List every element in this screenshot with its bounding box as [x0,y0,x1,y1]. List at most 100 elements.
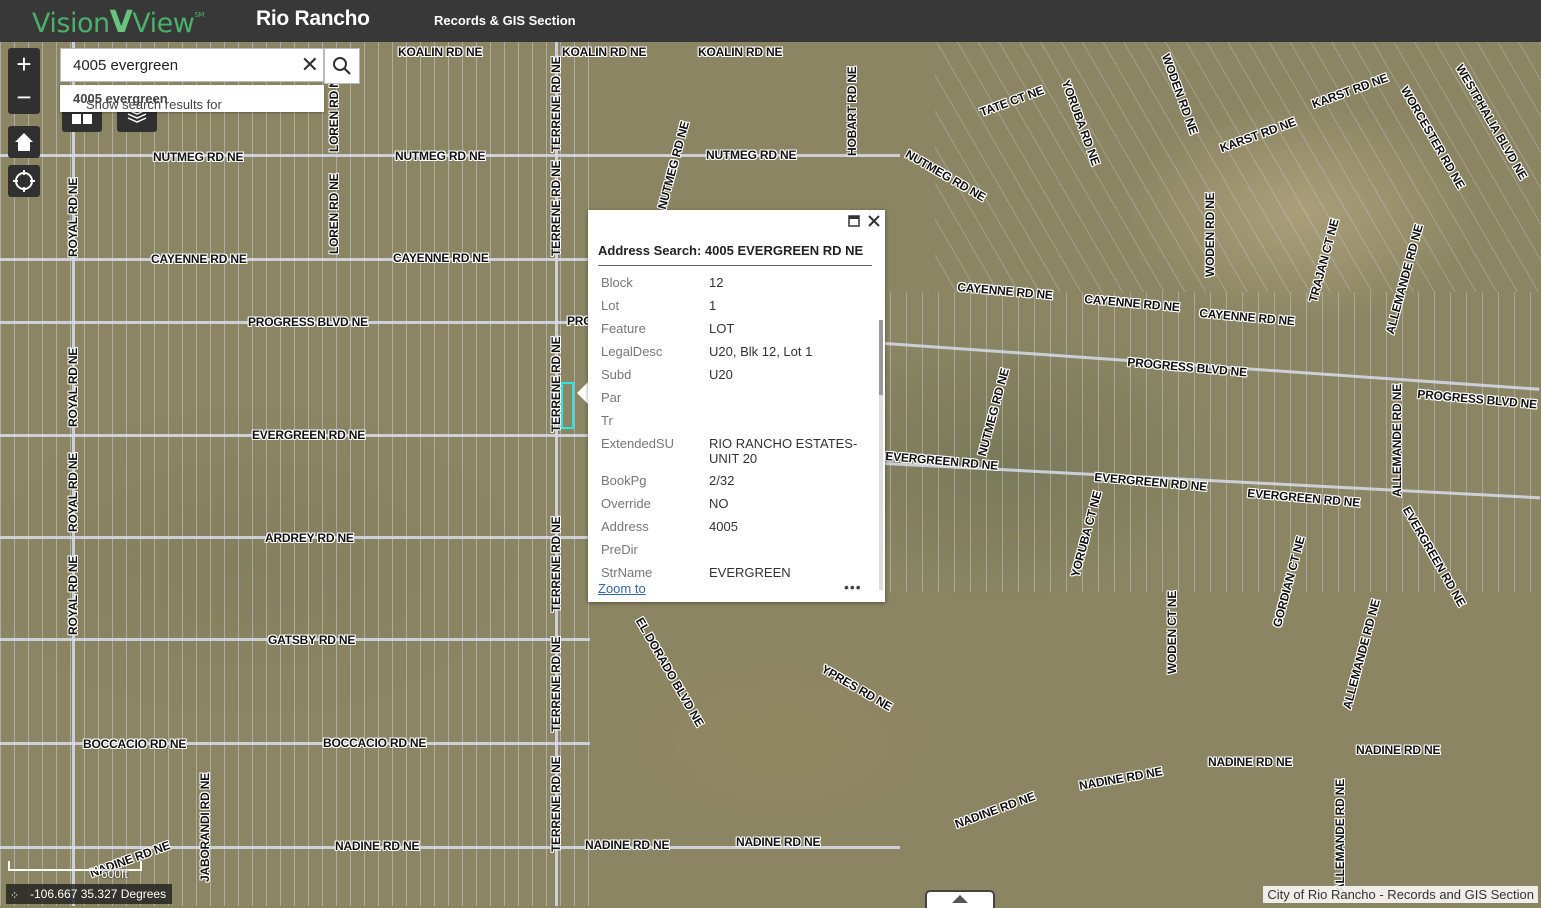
attribute-row: Lot 1 [598,295,872,318]
street-label: CAYENNE RD NE [151,252,247,266]
attribute-value: U20 [709,367,733,382]
street-label: NADINE RD NE [585,838,670,852]
zoom-to-link[interactable]: Zoom to [598,581,646,596]
street-label: YPRES RD NE [819,662,895,714]
street-label: KOALIN RD NE [562,45,647,59]
road-cayenne [0,258,590,261]
attribute-value: EVERGREEN [709,565,791,577]
feature-popup: Address Search: 4005 EVERGREEN RD NE Blo… [588,210,885,602]
attribute-row: Tr [598,410,872,433]
street-label: NUTMEG RD NE [153,150,244,164]
more-actions-button[interactable]: ••• [844,579,862,595]
attribute-row: Override NO [598,493,872,516]
logo-text-view: View [132,8,195,39]
street-label: TERRENE RD NE [549,756,563,852]
street-label: ALLEMANDE RD NE [1333,779,1347,892]
scale-label: 600ft [101,867,128,881]
street-label: ALLEMANDE RD NE [1390,384,1404,497]
search-input[interactable] [73,57,293,74]
attribute-key: LegalDesc [601,344,663,359]
search-icon [333,57,351,75]
attribute-row: StrName EVERGREEN [598,562,872,577]
street-label: WODEN CT NE [1165,590,1179,674]
attribute-key: StrName [601,565,653,577]
attribute-key: Tr [601,413,613,428]
locate-button[interactable] [8,165,40,197]
street-label: NUTMEG RD NE [395,149,486,163]
popup-pointer [577,382,588,404]
attribute-value: RIO RANCHO ESTATES-UNIT 20 [709,436,858,466]
attribute-row: Subd U20 [598,364,872,387]
attribute-row: LegalDesc U20, Blk 12, Lot 1 [598,341,872,364]
street-label: KOALIN RD NE [398,45,483,59]
street-label: ROYAL RD NE [66,452,80,532]
popup-titlebar [588,210,885,232]
street-label: TERRENE RD NE [549,516,563,612]
street-label: NUTMEG RD NE [706,148,797,162]
street-label: NADINE RD NE [736,835,821,849]
attribute-key: Address [601,519,649,534]
crosshair-icon: ⁘ [10,890,20,902]
home-button[interactable] [8,126,40,158]
zoom-in-button[interactable]: + [8,48,40,81]
attribute-value: 2/32 [709,473,735,488]
attribute-value: NO [709,496,729,511]
attribute-value: 4005 [709,519,738,534]
close-icon[interactable] [868,215,880,227]
close-icon[interactable]: ✕ [301,53,319,77]
street-label: JABORANDI RD NE [198,772,212,882]
coordinate-readout[interactable]: ⁘ -106.667 35.327 Degrees [6,884,173,904]
search-button[interactable] [324,48,360,84]
attribute-value [709,539,859,542]
logo-text-vision: Vision [32,8,110,39]
street-label: TERRENE RD NE [549,160,563,256]
attribute-key: Feature [601,321,646,336]
popup-scrollbar-thumb[interactable] [879,320,883,395]
attribute-value [709,387,859,390]
attribute-key: ExtendedSU [601,436,674,451]
street-label: BOCCACIO RD NE [83,737,187,751]
attribute-row: Block 12 [598,272,872,295]
street-label: TERRENE RD NE [549,336,563,432]
popup-attribute-table[interactable]: Block 12 Lot 1 Feature LOT LegalDesc U20, Bl… [598,272,872,577]
attribute-key: Block [601,275,633,290]
street-label: ROYAL RD NE [66,347,80,427]
logo-v-mark: V [109,5,133,40]
attribute-row: Par [598,387,872,410]
attribute-row: Address 4005 [598,516,872,539]
parcel-grid-west [0,42,590,906]
popup-title: Address Search: 4005 EVERGREEN RD NE [598,243,864,258]
street-label: ROYAL RD NE [66,177,80,257]
grid-icon [72,114,92,124]
bottom-panel-toggle[interactable] [925,890,995,908]
street-label: NADINE RD NE [1356,743,1441,757]
street-label: NADINE RD NE [1208,755,1293,769]
search-box: ✕ [60,48,324,82]
attribute-row: BookPg 2/32 [598,470,872,493]
attribute-key: BookPg [601,473,647,488]
attribute-key: Override [601,496,651,511]
attribute-value: 12 [709,275,724,290]
attribute-key: Subd [601,367,632,382]
attribute-key: PreDir [601,542,638,557]
map-attribution: City of Rio Rancho - Records and GIS Sec… [1263,886,1538,903]
street-label: NADINE RD NE [335,839,420,853]
zoom-out-button[interactable]: − [8,81,40,114]
street-label: BOCCACIO RD NE [323,736,427,750]
search-suggestion[interactable]: Show search results for 4005 evergreen [60,85,324,112]
maximize-icon[interactable] [848,215,860,227]
street-label: WODEN RD NE [1203,192,1217,277]
street-label: GATSBY RD NE [268,633,356,647]
street-label: ROYAL RD NE [66,555,80,635]
locate-icon [13,170,35,192]
street-label: HOBART RD NE [845,66,859,156]
street-label: NADINE RD NE [1078,764,1164,793]
visionview-logo: VisionVViewSM [32,5,204,40]
street-label: TERRENE RD NE [549,56,563,152]
attribute-key: Par [601,390,622,405]
home-icon [15,133,33,151]
street-label: NADINE RD NE [953,789,1037,832]
zoom-control: + − [8,48,40,114]
street-label: KOALIN RD NE [698,45,783,59]
attribute-value: U20, Blk 12, Lot 1 [709,344,813,359]
